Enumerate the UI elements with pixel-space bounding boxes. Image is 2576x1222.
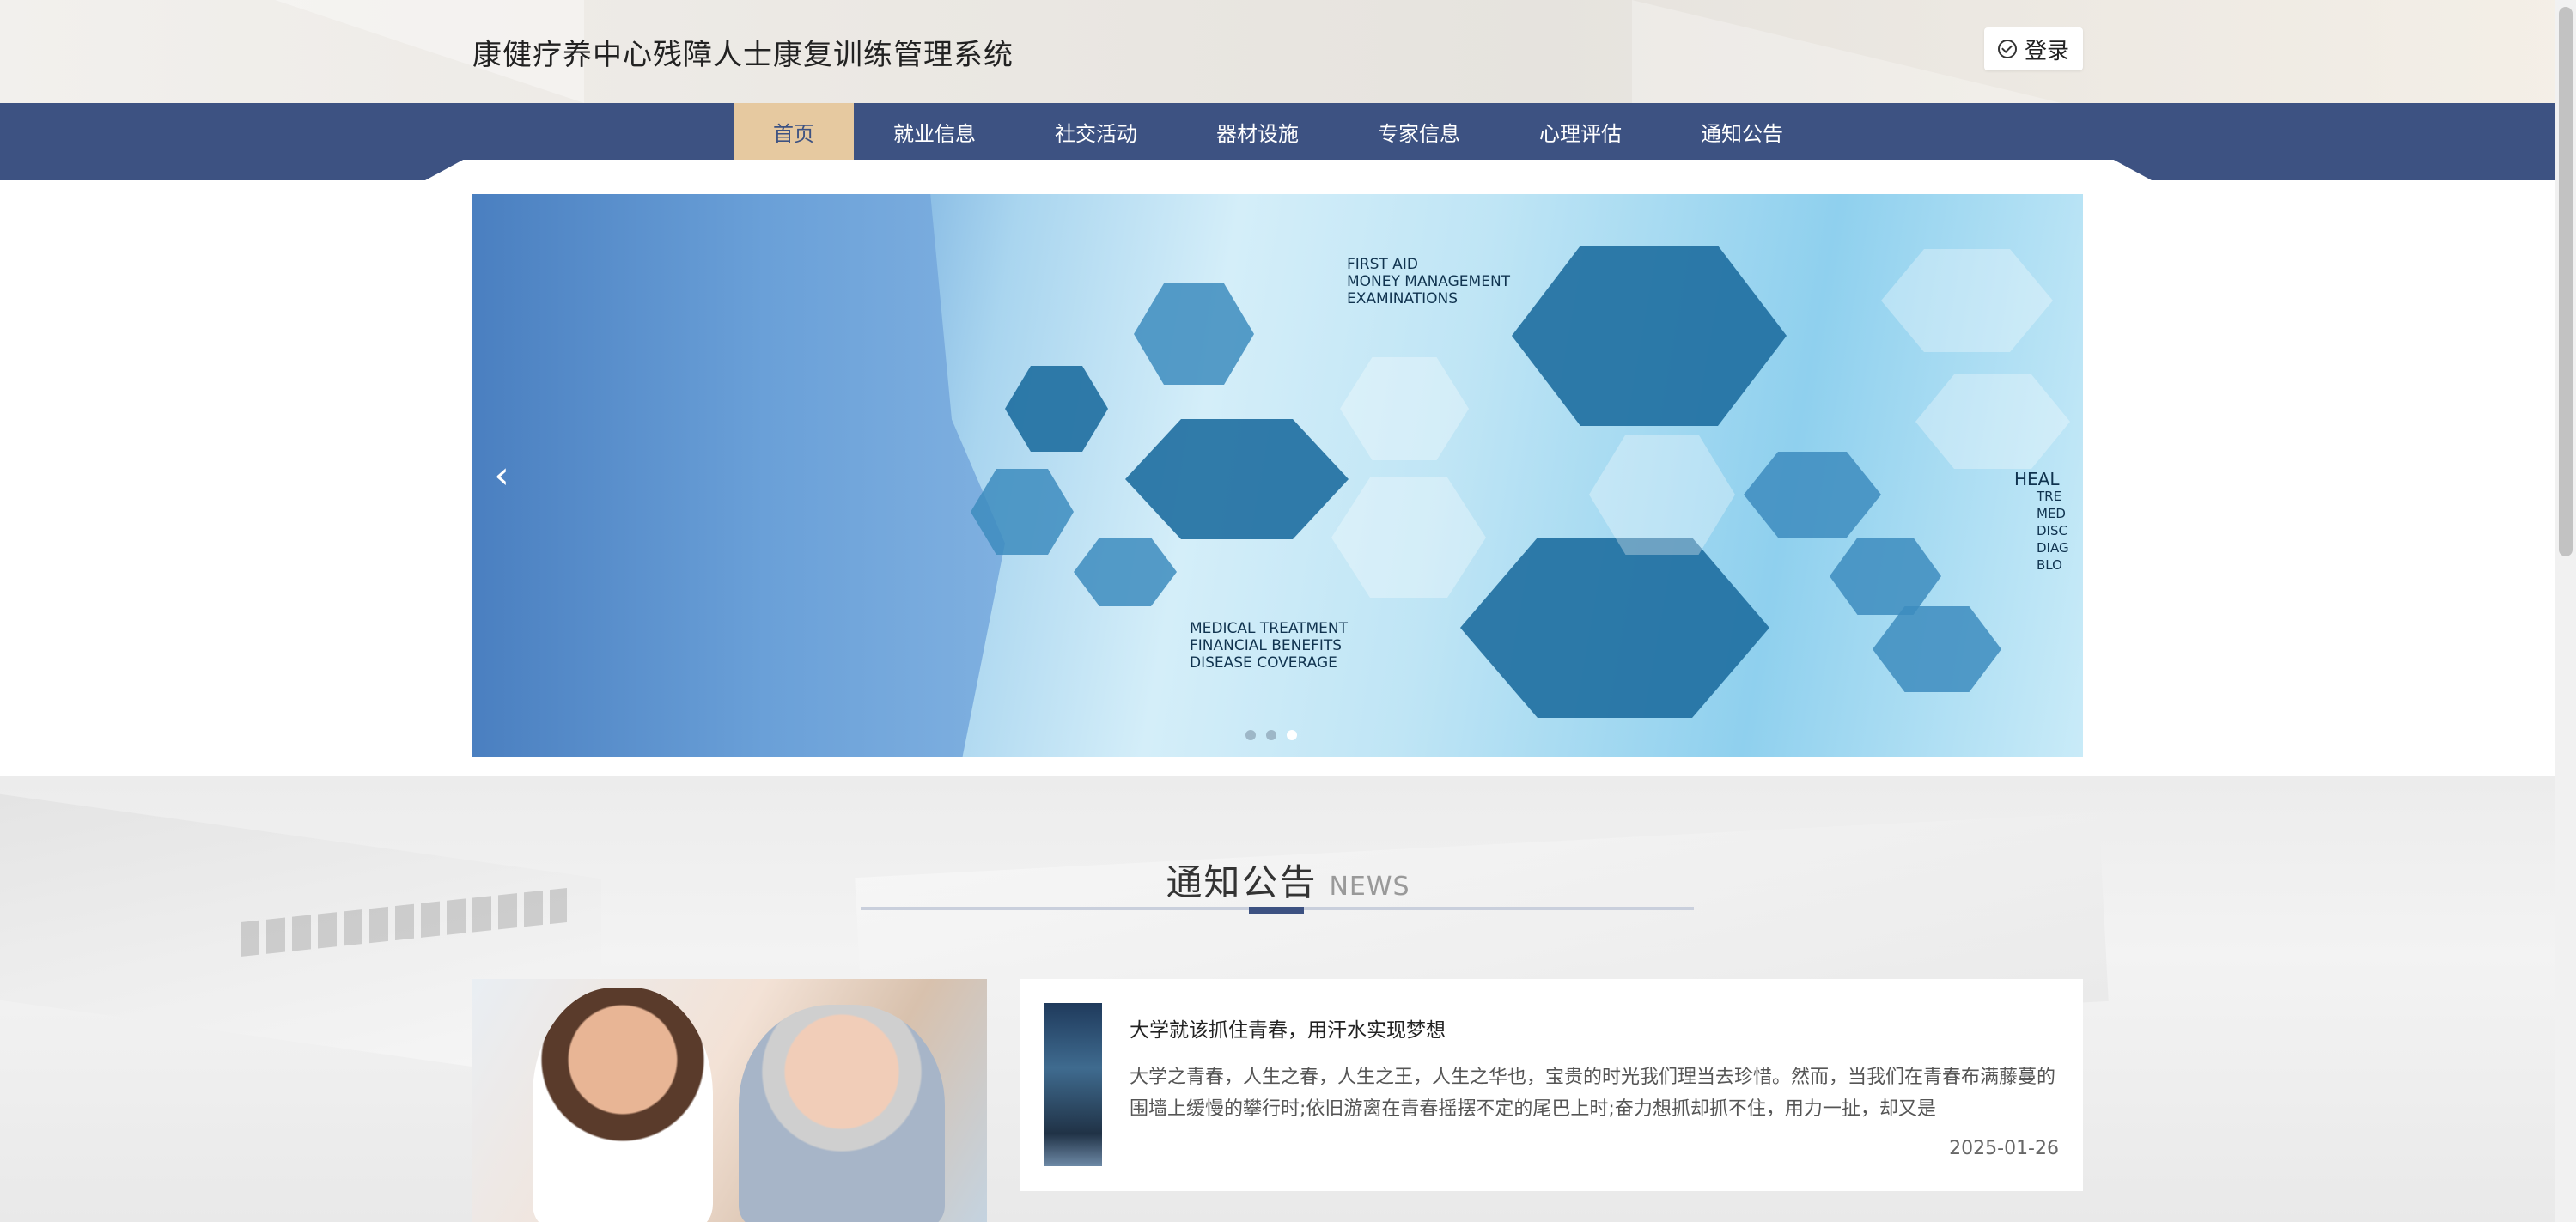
- elderly-figure: [739, 1005, 945, 1222]
- main-nav: 首页 就业信息 社交活动 器材设施 专家信息 心理评估 通知公告: [734, 103, 1823, 160]
- nav-item-social[interactable]: 社交活动: [1015, 103, 1177, 160]
- banner-line: DIAG: [2037, 540, 2069, 556]
- banner-line: EXAMINATIONS: [1347, 290, 1459, 307]
- carousel-dots: [1245, 730, 1297, 740]
- carousel-dot-2[interactable]: [1266, 730, 1276, 740]
- page-scrollbar[interactable]: [2555, 0, 2576, 1222]
- news-card[interactable]: 大学就该抓住青春，用汗水实现梦想 大学之青春，人生之春，人生之王，人生之华也，宝…: [1020, 979, 2083, 1191]
- banner-text-right: HEAL TRE MED DISC DIAG BLO: [2014, 471, 2069, 574]
- section-title: 通知公告: [1166, 861, 1318, 903]
- banner-line: FIRST AID: [1347, 256, 1418, 273]
- news-title[interactable]: 大学就该抓住青春，用汗水实现梦想: [1130, 1013, 1446, 1043]
- news-thumbnail[interactable]: [1044, 1003, 1102, 1166]
- login-label: 登录: [2024, 38, 2069, 64]
- login-button[interactable]: 登录: [1984, 27, 2083, 70]
- banner-text-top: FIRST AID MONEY MANAGEMENT EXAMINATIONS: [1347, 256, 1510, 307]
- site-title: 康健疗养中心残障人士康复训练管理系统: [472, 38, 1014, 72]
- news-date: 2025-01-26: [1949, 1138, 2059, 1159]
- doctor-figure: [533, 988, 713, 1222]
- banner-line: BLO: [2037, 557, 2062, 573]
- nav-item-psych[interactable]: 心理评估: [1500, 103, 1661, 160]
- top-header: 康健疗养中心残障人士康复训练管理系统 登录: [0, 0, 2576, 103]
- nurse-figure: [472, 194, 1005, 757]
- nav-item-home[interactable]: 首页: [734, 103, 854, 160]
- news-feature-image[interactable]: [472, 979, 987, 1222]
- banner-carousel[interactable]: FIRST AID MONEY MANAGEMENT EXAMINATIONS …: [472, 194, 2083, 757]
- banner-line: DISC: [2037, 523, 2067, 538]
- nav-item-employment[interactable]: 就业信息: [854, 103, 1015, 160]
- news-summary: 大学之青春，人生之春，人生之王，人生之华也，宝贵的时光我们理当去珍惜。然而，当我…: [1130, 1067, 2056, 1120]
- section-divider-accent: [1249, 907, 1304, 914]
- nav-item-equipment[interactable]: 器材设施: [1177, 103, 1338, 160]
- section-title-en: NEWS: [1329, 872, 1410, 902]
- carousel-dot-1[interactable]: [1245, 730, 1256, 740]
- banner-line: MED: [2037, 506, 2066, 521]
- banner-line: MEDICAL TREATMENT: [1190, 620, 1349, 637]
- banner-line: HEAL: [2014, 469, 2060, 489]
- carousel-dot-3[interactable]: [1287, 730, 1297, 740]
- banner-line: DISEASE COVERAGE: [1190, 654, 1337, 672]
- nav-item-experts[interactable]: 专家信息: [1338, 103, 1500, 160]
- banner-line: TRE: [2037, 489, 2062, 504]
- banner-text-bottom: MEDICAL TREATMENT FINANCIAL BENEFITS DIS…: [1190, 620, 1348, 672]
- check-circle-icon: [1997, 40, 2017, 58]
- chevron-left-icon[interactable]: ‹: [490, 457, 514, 495]
- banner-line: MONEY MANAGEMENT: [1347, 273, 1511, 290]
- section-heading: 通知公告 NEWS: [0, 854, 2576, 906]
- nav-item-notices[interactable]: 通知公告: [1661, 103, 1823, 160]
- scrollbar-thumb[interactable]: [2559, 7, 2573, 556]
- banner-line: FINANCIAL BENEFITS: [1190, 637, 1343, 654]
- nav-bottom-tab: [0, 160, 2576, 180]
